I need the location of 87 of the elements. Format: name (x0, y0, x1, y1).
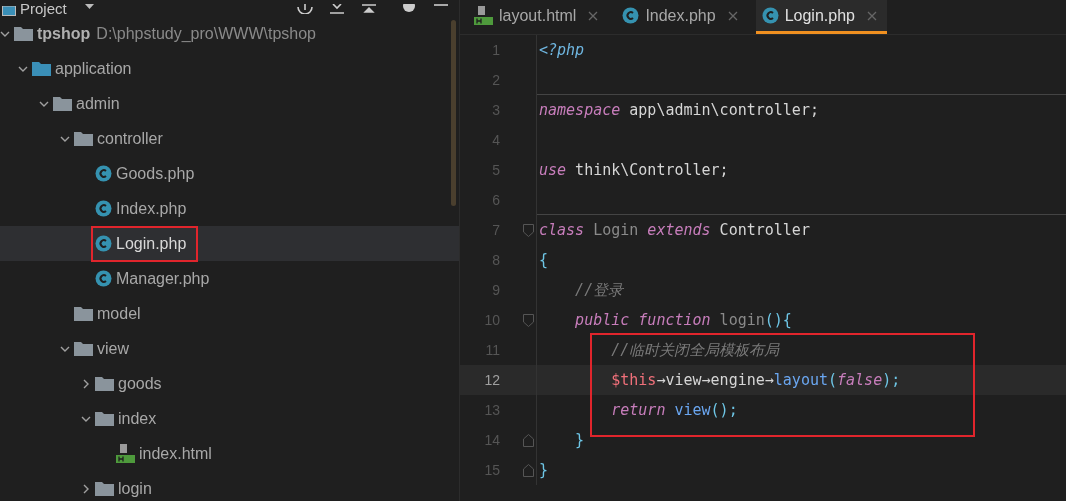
collapse-icon[interactable] (329, 4, 345, 14)
tree-item[interactable]: goods (0, 366, 459, 401)
code-token: →view→engine→ (656, 369, 774, 391)
tree-item[interactable]: Manager.php (0, 261, 459, 296)
tree-item[interactable]: Index.php (0, 191, 459, 226)
folder-icon (95, 411, 114, 426)
item-label: goods (118, 373, 162, 394)
code-token: //登录 (574, 279, 624, 301)
folder-icon (32, 61, 51, 76)
item-label: application (55, 58, 132, 79)
html-file-icon (474, 6, 493, 25)
close-icon[interactable] (727, 10, 738, 21)
close-icon[interactable] (588, 10, 599, 21)
code-token: layout (773, 369, 828, 391)
tree-item[interactable]: model (0, 296, 459, 331)
item-label: Manager.php (116, 268, 210, 289)
folder-icon (95, 481, 114, 496)
item-label: controller (97, 128, 163, 149)
item-label: admin (76, 93, 120, 114)
folder-icon (74, 341, 93, 356)
code-token: view (673, 399, 711, 421)
item-label: Login.php (116, 233, 187, 254)
class-file-icon (95, 235, 112, 252)
code-token: $this (610, 369, 657, 391)
class-file-icon (761, 7, 779, 24)
item-label: view (97, 338, 129, 359)
code-token: (); (710, 399, 738, 421)
folder-icon (95, 376, 114, 391)
code-token: app\admin\controller; (628, 99, 819, 121)
line-number: 12 (483, 370, 500, 390)
folder-icon (53, 96, 72, 111)
tree-item[interactable]: tpshop D:\phpstudy_pro\WWW\tpshop (0, 16, 459, 51)
item-label: model (97, 303, 141, 324)
class-file-icon (95, 200, 112, 217)
folder-icon (74, 131, 93, 146)
tree-item[interactable]: Login.php (0, 226, 459, 261)
panel-title[interactable]: Project (20, 1, 67, 16)
tree-item[interactable]: index (0, 401, 459, 436)
html-file-icon (116, 444, 135, 463)
code-token: <?php (539, 39, 585, 61)
code-token: { (539, 249, 549, 271)
tree-item[interactable]: controller (0, 121, 459, 156)
code-token: (){ (764, 309, 792, 331)
chevron-icon[interactable] (81, 378, 91, 389)
tree-item[interactable]: admin (0, 86, 459, 121)
code-token: Controller (718, 219, 810, 241)
tree-item[interactable]: application (0, 51, 459, 86)
caret-icon[interactable] (84, 4, 94, 10)
code-token: public (574, 309, 630, 331)
code-token: } (574, 429, 585, 451)
editor-tab[interactable]: Login.php (755, 0, 887, 34)
code-token: class (539, 219, 585, 241)
code-token: ( (828, 369, 838, 391)
folder-icon (74, 306, 93, 321)
folder-icon (14, 26, 33, 41)
item-label: tpshop (37, 23, 91, 44)
code-token: namespace (539, 99, 621, 121)
chevron-icon[interactable] (81, 483, 91, 494)
item-label: index.html (139, 443, 212, 464)
code-token: use (539, 159, 567, 181)
item-label: Goods.php (116, 163, 195, 184)
tree-item[interactable]: login (0, 471, 459, 501)
expand-icon[interactable] (361, 4, 377, 14)
class-file-icon (95, 270, 112, 287)
code-token: false (837, 369, 883, 391)
code-token: login (718, 309, 765, 331)
class-file-icon (622, 7, 640, 24)
code-token: extends (646, 219, 711, 241)
editor-tab[interactable]: layout.html (468, 0, 609, 34)
close-icon[interactable] (866, 10, 877, 21)
code-token: function (637, 309, 711, 331)
item-label: Index.php (116, 198, 187, 219)
item-label: login (118, 478, 152, 499)
code-token: ); (882, 369, 901, 391)
code-token: think\Controller; (574, 159, 729, 181)
item-path: D:\phpstudy_pro\WWW\tpshop (96, 23, 316, 44)
item-label: index (118, 408, 157, 429)
tree-item[interactable]: view (0, 331, 459, 366)
tree-item[interactable]: index.html (0, 436, 459, 471)
code-token: Login (592, 219, 639, 241)
tree-item[interactable]: Goods.php (0, 156, 459, 191)
code-token: return (610, 399, 666, 421)
scrollbar[interactable] (451, 20, 456, 206)
class-file-icon (95, 165, 112, 182)
code-token: } (539, 459, 549, 481)
code-token: //临时关闭全局模板布局 (610, 339, 780, 361)
editor-tab[interactable]: Index.php (616, 0, 748, 34)
